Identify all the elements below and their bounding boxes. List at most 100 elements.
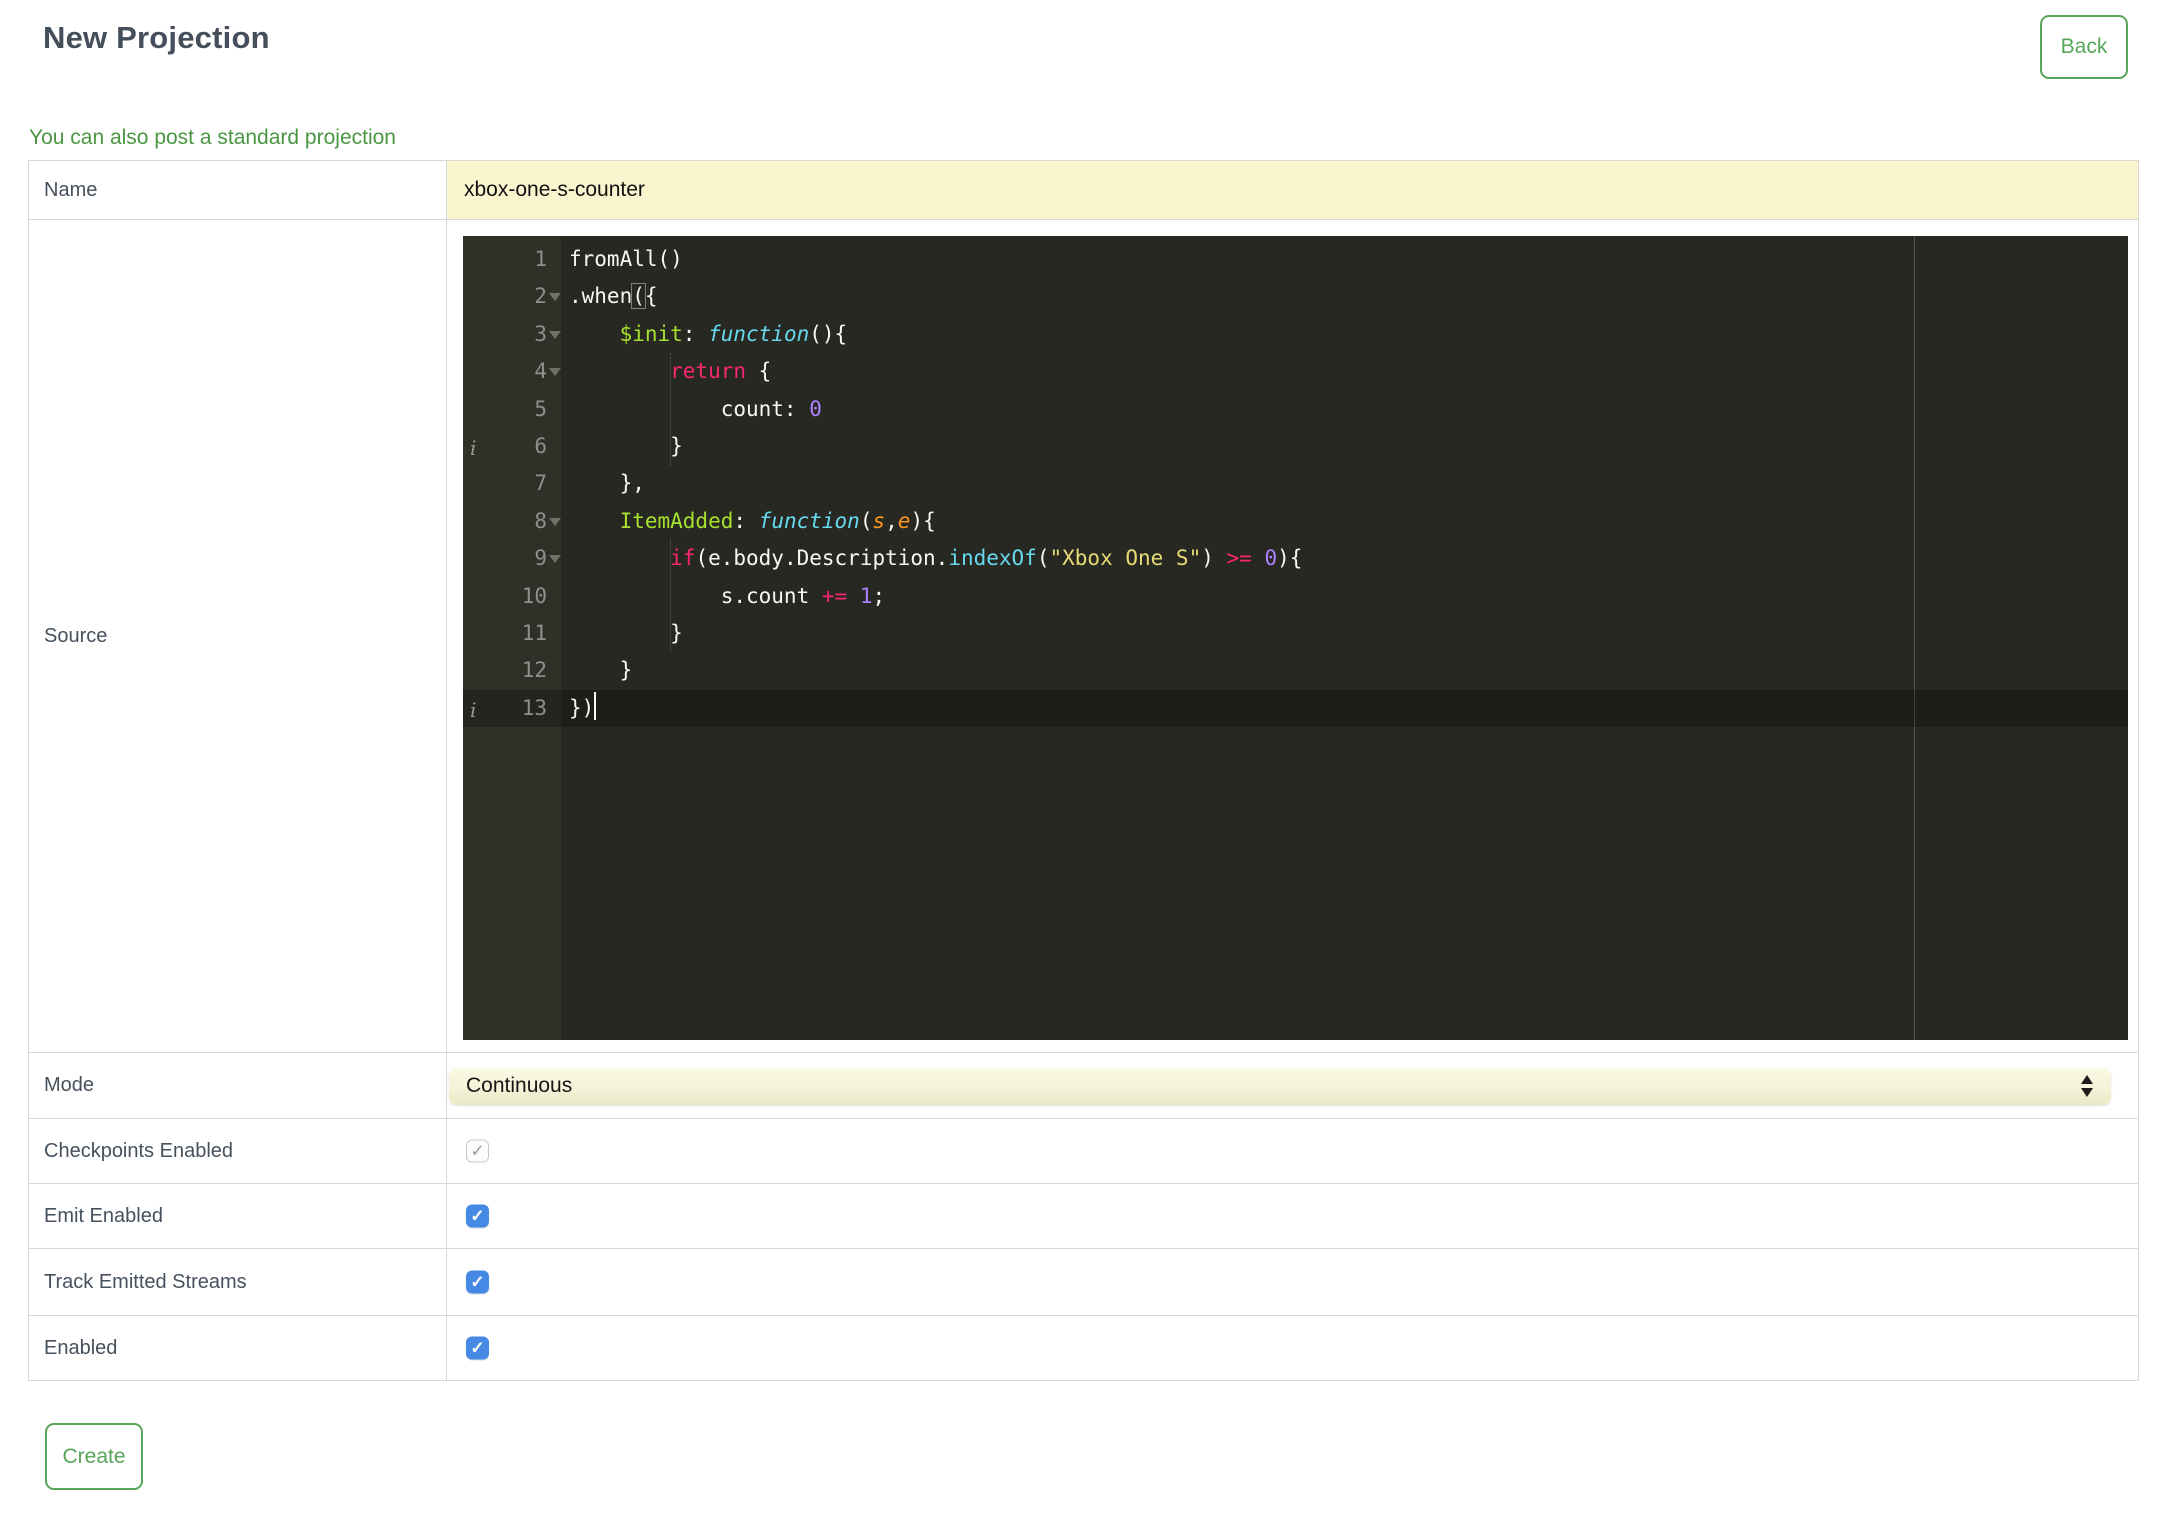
code-line: .when({: [569, 278, 2128, 315]
gutter-line: 9: [463, 540, 561, 577]
enabled-row: Enabled ✓: [29, 1316, 2138, 1380]
code-token: {: [644, 284, 658, 309]
code-token: (: [859, 508, 873, 533]
emit-checkbox[interactable]: ✓: [466, 1204, 489, 1228]
code-token: ;: [872, 583, 886, 608]
fold-arrow-icon[interactable]: [549, 368, 561, 377]
code-token-support: indexOf: [948, 546, 1037, 571]
code-token-storage: function: [708, 321, 810, 346]
code-token: {: [746, 359, 772, 384]
checkpoints-checkbox[interactable]: ✓: [466, 1139, 489, 1163]
code-line: }: [569, 428, 2128, 465]
code-line: ItemAdded: function(s,e){: [569, 503, 2128, 540]
editor-gutter: 1 2 3 4 5 6 i 7 8 9 10 11 12 13 i: [463, 236, 561, 1040]
code-token: fromAll(): [569, 247, 683, 271]
code-token: ){: [910, 508, 936, 533]
fold-arrow-icon[interactable]: [549, 555, 561, 564]
gutter-line: 11: [521, 620, 547, 645]
standard-projection-link[interactable]: You can also post a standard projection: [29, 126, 396, 150]
code-token-arg: e: [897, 508, 911, 533]
track-row: Track Emitted Streams ✓: [29, 1249, 2138, 1316]
name-input[interactable]: [447, 161, 2138, 219]
create-button[interactable]: Create: [45, 1423, 143, 1490]
gutter-line: 3: [463, 316, 561, 353]
gutter-line: 13 i: [463, 689, 561, 728]
code-token: }): [569, 695, 595, 720]
code-token: },: [569, 471, 645, 496]
gutter-line: 7: [534, 471, 547, 496]
code-line: if(e.body.Description.indexOf("Xbox One …: [569, 540, 2128, 577]
mode-row: Mode Continuous: [29, 1053, 2138, 1119]
code-token: count:: [569, 396, 810, 421]
mode-label: Mode: [29, 1053, 447, 1118]
track-label: Track Emitted Streams: [29, 1249, 447, 1315]
name-cell: [447, 161, 2138, 219]
text-cursor: [594, 691, 597, 720]
code-line: },: [569, 465, 2128, 502]
code-token-entity: ItemAdded: [619, 508, 734, 533]
gutter-line: 5: [534, 396, 547, 421]
code-token: ,: [885, 508, 898, 533]
code-line: }: [569, 652, 2128, 689]
fold-arrow-icon[interactable]: [549, 330, 561, 339]
code-token-number: 0: [1264, 546, 1278, 571]
code-token: (){: [809, 321, 848, 346]
gutter-line: 12: [521, 658, 547, 683]
mode-cell: Continuous: [447, 1053, 2138, 1118]
code-line: fromAll(): [569, 241, 2128, 278]
code-token-keyword: +=: [821, 583, 848, 608]
mode-select[interactable]: Continuous: [449, 1067, 2111, 1105]
code-token-arg: s: [872, 508, 886, 533]
code-token: ): [1201, 546, 1227, 571]
enabled-checkbox[interactable]: ✓: [466, 1336, 489, 1360]
source-code-editor[interactable]: 1 2 3 4 5 6 i 7 8 9 10 11 12 13 i fromAll() .when({ $in…: [463, 236, 2128, 1040]
gutter-line: 1: [534, 247, 547, 271]
enabled-cell: ✓: [447, 1316, 2138, 1380]
fold-arrow-icon[interactable]: [549, 293, 561, 302]
code-token-number: 1: [859, 583, 873, 608]
code-token-keyword: return: [670, 359, 747, 384]
code-token: ){: [1277, 546, 1303, 571]
gutter-line: 10: [521, 583, 547, 608]
code-token: (e.body.Description.: [695, 546, 949, 571]
source-row: Source 1 2 3 4 5 6 i 7 8 9 10 11 12 13 i fromAll() .whe…: [29, 220, 2138, 1053]
code-token-number: 0: [809, 396, 822, 421]
code-token: :: [682, 321, 709, 346]
code-line: }): [561, 689, 2128, 728]
code-token-bracket: (: [631, 283, 646, 310]
code-token: }: [569, 433, 683, 458]
name-label: Name: [29, 161, 447, 219]
track-checkbox[interactable]: ✓: [466, 1270, 489, 1294]
code-token: .when: [569, 284, 633, 309]
checkpoints-cell: ✓: [447, 1119, 2138, 1183]
code-line: return {: [569, 353, 2128, 390]
code-line: $init: function(){: [569, 316, 2128, 353]
gutter-line: 2: [463, 278, 561, 315]
code-token-storage: function: [758, 508, 860, 533]
code-token-entity: $init: [619, 321, 683, 346]
back-button[interactable]: Back: [2040, 15, 2128, 79]
checkpoints-row: Checkpoints Enabled ✓: [29, 1119, 2138, 1184]
fold-arrow-icon[interactable]: [549, 517, 561, 526]
emit-cell: ✓: [447, 1184, 2138, 1248]
code-token: (: [1036, 546, 1050, 571]
code-line: count: 0: [569, 391, 2128, 428]
info-annotation-icon: i: [470, 697, 477, 722]
projection-form: Name Source 123456i78910111213i fromAll(…: [28, 160, 2139, 1381]
code-token-string: "Xbox One S": [1049, 546, 1202, 571]
page-title: New Projection: [43, 20, 270, 55]
gutter-line: 6i: [463, 428, 561, 465]
gutter-line: 8: [463, 503, 561, 540]
source-cell: 1 2 3 4 5 6 i 7 8 9 10 11 12 13 i fromAll() .when({ $in…: [447, 220, 2138, 1052]
code-token: }: [569, 658, 633, 683]
emit-label: Emit Enabled: [29, 1184, 447, 1248]
track-cell: ✓: [447, 1249, 2138, 1315]
code-token: s.count: [569, 583, 822, 608]
code-token-keyword: if: [670, 546, 696, 571]
editor-code-content: fromAll() .when({ $init: function(){ retu…: [561, 236, 2128, 1040]
